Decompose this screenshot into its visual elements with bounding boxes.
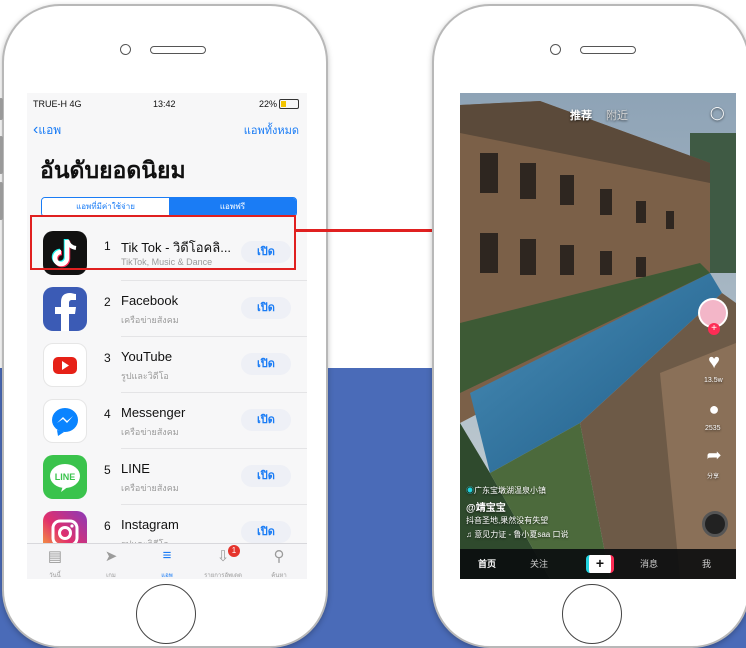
- tab-apps[interactable]: ≡ แอพ: [139, 544, 195, 579]
- app-name: LINE: [121, 461, 150, 476]
- updates-icon: ⇩: [216, 548, 230, 565]
- updates-badge: 1: [228, 545, 240, 557]
- status-bar: TRUE-H 4G 13:42 22%: [27, 93, 307, 113]
- left-phone-frame: TRUE-H 4G 13:42 22% ‹แอพ แอพทั้งหมด อันด…: [0, 4, 328, 648]
- search-icon[interactable]: ◯: [710, 105, 725, 121]
- earpiece-speaker: [580, 46, 636, 54]
- messenger-icon: [43, 399, 87, 443]
- today-icon: ▤: [47, 548, 63, 565]
- app-name: Messenger: [121, 405, 186, 420]
- music-disc-icon[interactable]: [702, 511, 728, 537]
- tab-updates[interactable]: ⇩ 1 รายการอัพเดต: [195, 544, 251, 579]
- heart-icon[interactable]: ♥: [700, 351, 728, 374]
- tab-label: ค้นหา: [271, 573, 287, 579]
- tab-recommended[interactable]: 推荐: [570, 107, 592, 123]
- tab-home[interactable]: 首页: [478, 557, 496, 570]
- tab-label: วันนี้: [49, 573, 61, 579]
- right-phone-frame: 推荐 附近 ◯ + ♥ 13.5w ● 2535 ➦ 分享 ◉广东宝墩湖温泉小镇…: [432, 4, 746, 648]
- rank-number: 3: [104, 351, 111, 365]
- create-video-button[interactable]: +: [586, 555, 614, 573]
- app-category: รูปและวิดีโอ: [121, 371, 169, 381]
- follow-plus-icon[interactable]: +: [708, 323, 720, 335]
- front-camera: [550, 44, 561, 55]
- page-title: อันดับยอดนิยม: [40, 157, 186, 183]
- tab-today[interactable]: ▤ วันนี้: [27, 544, 83, 579]
- see-all-link[interactable]: แอพทั้งหมด: [244, 121, 299, 139]
- facebook-icon: [43, 287, 87, 331]
- chart-segment-control: แอพที่มีค่าใช้จ่าย แอพฟรี: [41, 197, 297, 217]
- home-button[interactable]: [562, 584, 622, 644]
- rocket-icon: ➤: [104, 548, 118, 565]
- app-category: เครือข่ายสังคม: [121, 483, 179, 493]
- bottom-nav-bar: 首页 关注 + 消息 我: [460, 549, 736, 579]
- share-icon[interactable]: ➦: [700, 445, 728, 466]
- list-item[interactable]: 3 YouTube รูปและวิดีโอ เปิด: [27, 337, 307, 393]
- volume-down-button: [0, 182, 3, 220]
- list-item[interactable]: LINE 5 LINE เครือข่ายสังคม เปิด: [27, 449, 307, 505]
- home-button[interactable]: [136, 584, 196, 644]
- back-button[interactable]: ‹แอพ: [33, 121, 61, 140]
- comment-count: 2535: [705, 425, 721, 432]
- rank-number: 5: [104, 463, 111, 477]
- youtube-icon: [43, 343, 87, 387]
- battery-percent: 22%: [258, 99, 277, 109]
- battery-icon: [279, 99, 299, 109]
- tab-bar: ▤ วันนี้ ➤ เกม ≡ แอพ ⇩ 1 รายการอัพเดต ⚲ …: [27, 543, 307, 579]
- video-caption: 抖音圣地,果然没有失望: [466, 516, 549, 525]
- tab-nearby[interactable]: 附近: [606, 107, 628, 123]
- comment-icon[interactable]: ●: [700, 399, 728, 420]
- tab-label: รายการอัพเดต: [204, 573, 242, 579]
- svg-text:LINE: LINE: [55, 472, 76, 482]
- open-button[interactable]: เปิด: [241, 409, 291, 431]
- username[interactable]: @靖宝宝: [466, 499, 506, 514]
- tab-games[interactable]: ➤ เกม: [83, 544, 139, 579]
- search-icon: ⚲: [273, 548, 285, 565]
- open-button[interactable]: เปิด: [241, 465, 291, 487]
- location-tag[interactable]: ◉广东宝墩湖温泉小镇: [466, 485, 546, 496]
- location-text: 广东宝墩湖温泉小镇: [474, 486, 546, 495]
- tiktok-highlight-box: [30, 215, 296, 270]
- apps-stack-icon: ≡: [162, 547, 172, 564]
- tab-search[interactable]: ⚲ ค้นหา: [251, 544, 307, 579]
- music-label[interactable]: ♫ 意见力证 - 鲁小夏saa 口说: [466, 529, 568, 540]
- rank-number: 2: [104, 295, 111, 309]
- app-category: เครือข่ายสังคม: [121, 315, 179, 325]
- rank-number: 6: [104, 519, 111, 533]
- rank-number: 4: [104, 407, 111, 421]
- app-name: Instagram: [121, 517, 179, 532]
- share-label: 分享: [707, 474, 720, 480]
- open-button[interactable]: เปิด: [241, 521, 291, 543]
- open-button[interactable]: เปิด: [241, 297, 291, 319]
- tab-paid-apps[interactable]: แอพที่มีค่าใช้จ่าย: [42, 198, 169, 216]
- open-button[interactable]: เปิด: [241, 353, 291, 375]
- earpiece-speaker: [150, 46, 206, 54]
- app-category: เครือข่ายสังคม: [121, 427, 179, 437]
- carrier-text: TRUE-H 4G: [33, 99, 82, 109]
- tab-label: แอพ: [161, 573, 173, 579]
- app-name: YouTube: [121, 349, 173, 364]
- like-count: 13.5w: [704, 377, 723, 384]
- clock-text: 13:42: [153, 99, 176, 109]
- music-note-icon: ♫: [466, 530, 475, 539]
- music-title: 意见力证 - 鲁小夏saa 口说: [474, 530, 569, 539]
- front-camera: [120, 44, 131, 55]
- tab-messages[interactable]: 消息: [640, 557, 658, 570]
- tab-me[interactable]: 我: [702, 557, 711, 570]
- app-name: Facebook: [121, 293, 179, 308]
- list-item[interactable]: 2 Facebook เครือข่ายสังคม เปิด: [27, 281, 307, 337]
- volume-up-button: [0, 136, 3, 174]
- tab-follow[interactable]: 关注: [530, 557, 548, 570]
- line-icon: LINE: [43, 455, 87, 499]
- tiktok-video-screen: 推荐 附近 ◯ + ♥ 13.5w ● 2535 ➦ 分享 ◉广东宝墩湖温泉小镇…: [460, 93, 736, 579]
- location-pin-icon: ◉: [466, 486, 474, 495]
- app-store-screen: TRUE-H 4G 13:42 22% ‹แอพ แอพทั้งหมด อันด…: [27, 93, 307, 579]
- tab-label: เกม: [106, 573, 116, 579]
- pointer-arrow-line: [296, 229, 446, 232]
- list-item[interactable]: 4 Messenger เครือข่ายสังคม เปิด: [27, 393, 307, 449]
- mute-switch: [0, 98, 3, 120]
- tab-free-apps[interactable]: แอพฟรี: [169, 198, 296, 216]
- back-label: แอพ: [38, 123, 62, 137]
